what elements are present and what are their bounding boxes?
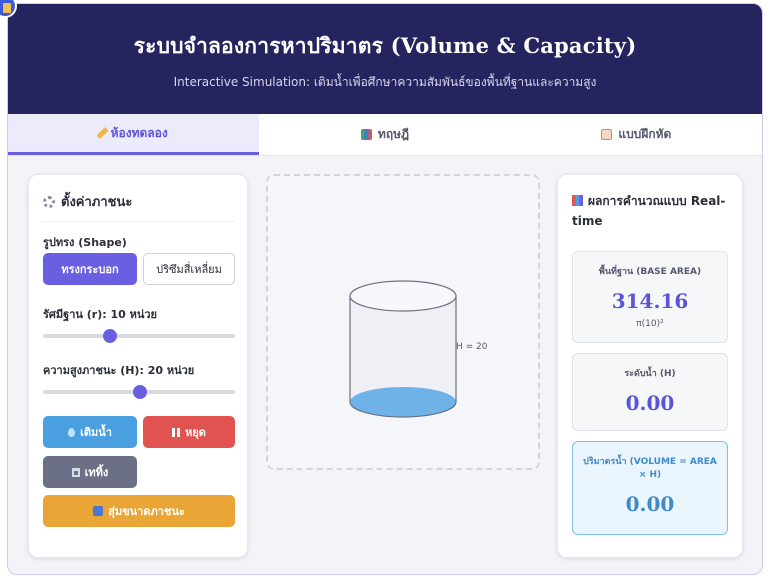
- water-level-label: ระดับน้ำ (H): [624, 369, 676, 379]
- shape-label: รูปทรง (Shape): [43, 236, 127, 249]
- fill-water-label: เติมน้ำ: [80, 426, 112, 439]
- radius-label: รัศมีฐาน (r): 10 หน่วย: [43, 308, 157, 321]
- shape-prism-button[interactable]: ปริซึมสี่เหลี่ยม: [143, 253, 235, 285]
- water-level-box: ระดับน้ำ (H) 0.00: [572, 353, 728, 431]
- empty-water-button[interactable]: เททิ้ง: [43, 456, 137, 488]
- height-slider[interactable]: [43, 385, 235, 399]
- height-slider-thumb[interactable]: [133, 385, 147, 399]
- app-window: ระบบจำลองการหาปริมาตร (Volume & Capacity…: [7, 3, 763, 575]
- volume-box: ปริมาตรน้ำ (VOLUME = AREA × H) 0.00: [572, 441, 728, 535]
- container-diagram: H = 20: [349, 280, 488, 418]
- height-tag: H = 20: [456, 342, 488, 352]
- book-icon: [360, 129, 372, 140]
- base-area-label: พื้นที่ฐาน (BASE AREA): [598, 267, 702, 277]
- fill-water-button[interactable]: เติมน้ำ: [43, 416, 137, 448]
- water-level-value: 0.00: [625, 391, 675, 415]
- tab-exercise[interactable]: แบบฝึกหัด: [511, 114, 762, 155]
- gear-icon: [43, 195, 55, 208]
- random-size-button[interactable]: สุ่มขนาดภาชนะ: [43, 495, 235, 527]
- radius-slider-thumb[interactable]: [103, 329, 117, 343]
- tab-bar: ห้องทดลอง ทฤษฎี แบบฝึกหัด: [8, 114, 762, 156]
- settings-title-text: ตั้งค่าภาชนะ: [61, 195, 133, 210]
- stop-button[interactable]: หยุด: [143, 416, 235, 448]
- base-area-box: พื้นที่ฐาน (BASE AREA) 314.16 π(10)²: [572, 251, 728, 343]
- container-results-panel: ผลการคำนวณแบบ Real-time พื้นที่ฐาน (BASE…: [557, 174, 743, 558]
- base-area-value: 314.16: [611, 289, 689, 313]
- settings-title: ตั้งค่าภาชนะ: [43, 191, 235, 222]
- results-title: ผลการคำนวณแบบ Real-time: [572, 191, 732, 231]
- tab-exercise-label: แบบฝึกหัด: [618, 127, 672, 141]
- random-size-label: สุ่มขนาดภาชนะ: [108, 505, 185, 518]
- height-label: ความสูงภาชนะ (H): 20 หน่วย: [43, 364, 195, 377]
- shape-cylinder-button[interactable]: ทรงกระบอก: [43, 253, 137, 285]
- tab-theory[interactable]: ทฤษฎี: [259, 114, 510, 155]
- page-title: ระบบจำลองการหาปริมาตร (Volume & Capacity…: [133, 33, 637, 58]
- refresh-icon: [93, 506, 104, 516]
- trash-icon: [71, 467, 80, 477]
- tab-lab[interactable]: ห้องทดลอง: [8, 114, 260, 155]
- page-subtitle: Interactive Simulation: เติมน้ำเพื่อศึกษ…: [173, 75, 597, 89]
- radius-slider[interactable]: [43, 329, 235, 343]
- base-area-formula: π(10)²: [636, 319, 664, 329]
- tab-theory-label: ทฤษฎี: [377, 127, 410, 141]
- container-settings-panel: ตั้งค่าภาชนะ รูปทรง (Shape) ทรงกระบอก ปร…: [28, 174, 248, 558]
- tab-lab-label: ห้องทดลอง: [110, 125, 168, 140]
- pause-icon: [172, 427, 181, 437]
- simulation-stage: H = 20: [266, 174, 540, 470]
- memo-icon: [601, 129, 613, 140]
- bar-chart-icon: [572, 195, 583, 206]
- volume-label: ปริมาตรน้ำ (VOLUME = AREA × H): [583, 457, 717, 480]
- header: ระบบจำลองการหาปริมาตร (Volume & Capacity…: [8, 4, 762, 114]
- volume-value: 0.00: [625, 492, 675, 516]
- stop-label: หยุด: [185, 426, 206, 439]
- results-title-text: ผลการคำนวณแบบ Real-time: [572, 194, 726, 228]
- empty-water-label: เททิ้ง: [84, 466, 109, 479]
- cylinder-body: [350, 296, 456, 402]
- droplet-icon: [68, 427, 76, 437]
- cylinder-top-rim: [349, 280, 457, 312]
- pencil-icon: [96, 126, 109, 140]
